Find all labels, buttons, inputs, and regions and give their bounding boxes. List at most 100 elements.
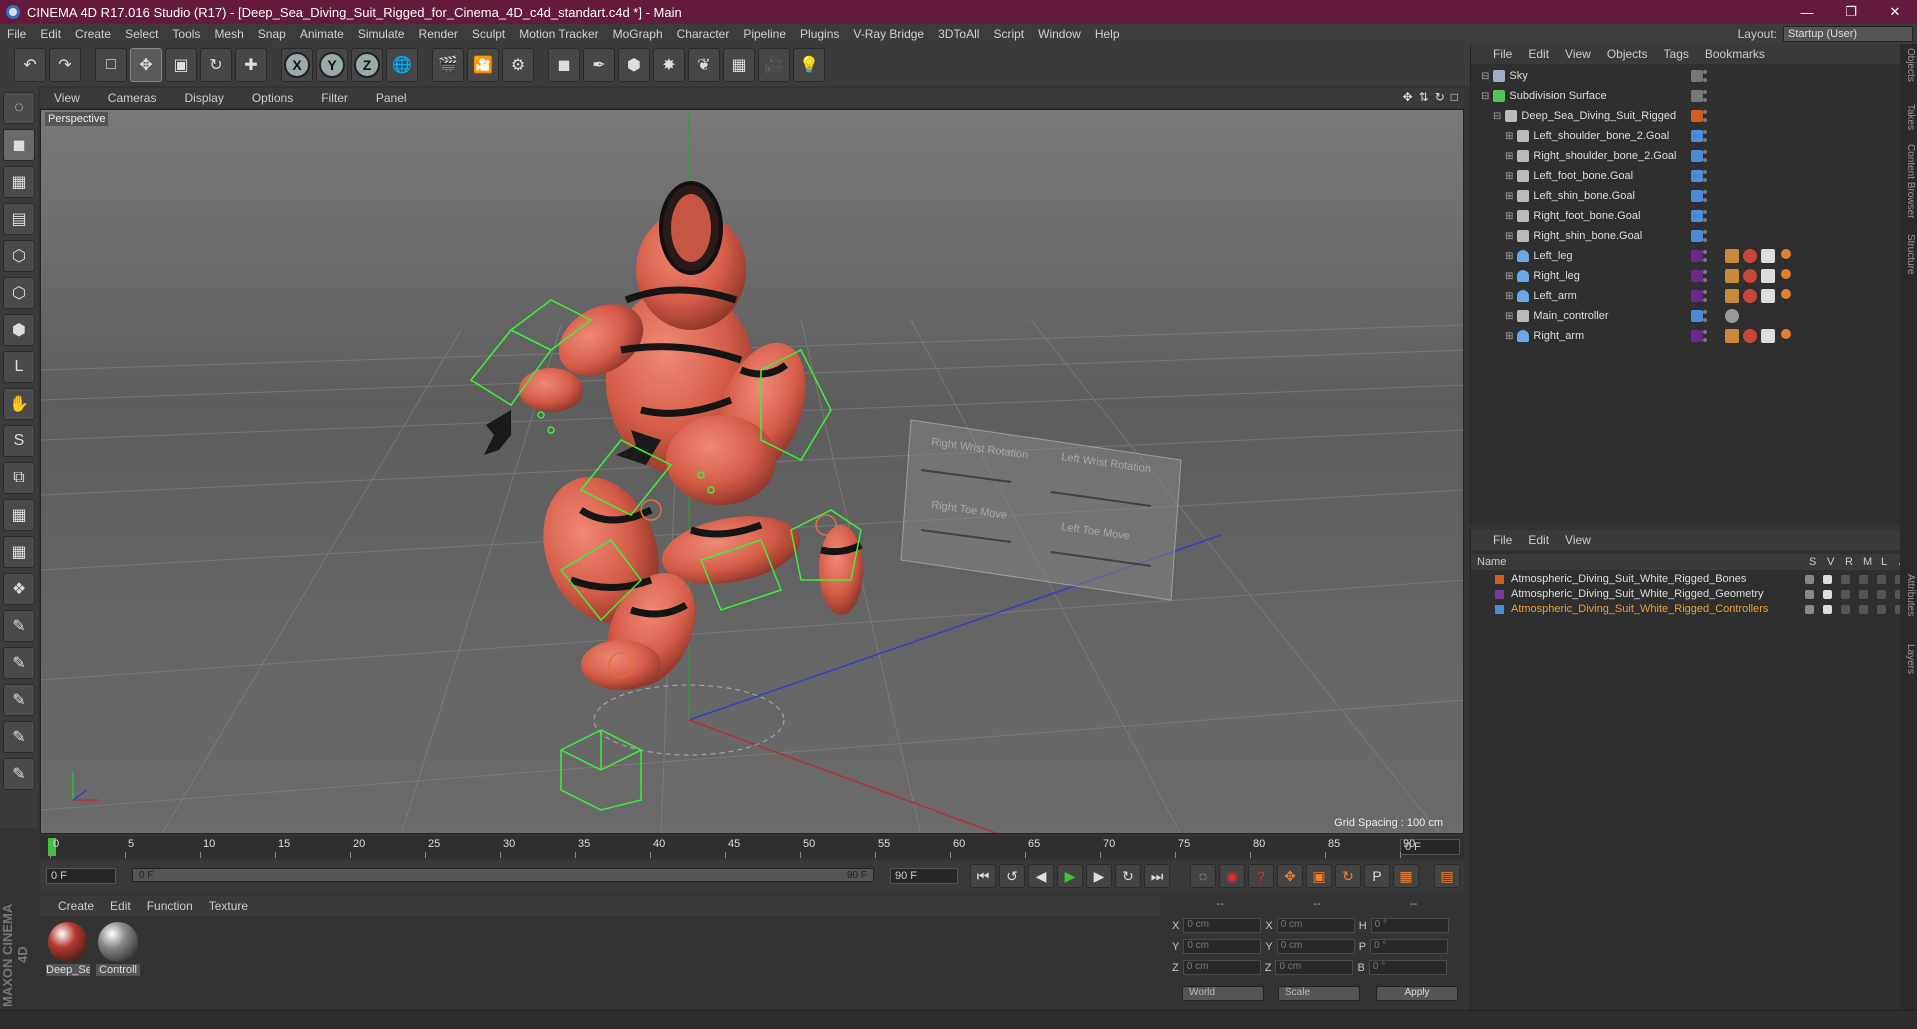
viewport-menu-filter[interactable]: Filter [307, 91, 362, 105]
smooth-brush-icon[interactable]: ✎ [3, 721, 35, 753]
viewport-menu-options[interactable]: Options [238, 91, 307, 105]
checker-tag-icon[interactable] [1761, 329, 1775, 343]
weight-tag-icon[interactable] [1781, 269, 1791, 279]
side-tab-attributes[interactable]: Attributes [1901, 574, 1916, 616]
lock-toggle-icon[interactable] [1877, 605, 1886, 614]
expand-toggle-icon[interactable]: ⊞ [1505, 151, 1513, 162]
minimize-icon[interactable]: — [1785, 5, 1829, 20]
visibility-dots[interactable] [1703, 70, 1707, 82]
material-menu-texture[interactable]: Texture [201, 899, 256, 913]
layer-color-swatch[interactable] [1495, 605, 1504, 614]
key-rotation-icon[interactable]: ↻ [1335, 864, 1361, 888]
render-settings-icon[interactable]: ⚙ [502, 48, 534, 82]
menu-snap[interactable]: Snap [251, 27, 293, 41]
make-editable-icon[interactable]: ◌ [3, 92, 35, 124]
coords-field[interactable]: 0 ° [1370, 918, 1449, 933]
object-menu-tags[interactable]: Tags [1656, 47, 1697, 61]
solo-toggle-icon[interactable] [1805, 605, 1814, 614]
render-view-icon[interactable]: 🎬 [432, 48, 464, 82]
next-frame-icon[interactable]: ▶ [1086, 864, 1112, 888]
polygons-mode-icon[interactable]: ⬢ [3, 314, 35, 346]
weight-tag-icon[interactable] [1781, 289, 1791, 299]
menu-simulate[interactable]: Simulate [351, 27, 412, 41]
x-axis-icon[interactable]: X [281, 48, 313, 82]
expand-toggle-icon[interactable]: ⊞ [1505, 311, 1513, 322]
visibility-dots[interactable] [1703, 290, 1707, 302]
checker-tag-icon[interactable] [1761, 269, 1775, 283]
mograph-cloner-icon[interactable]: ✸ [653, 48, 685, 82]
layer-menu-edit[interactable]: Edit [1520, 533, 1557, 547]
camera-icon[interactable]: 🎥 [758, 48, 790, 82]
record-active-objects-icon[interactable]: ◉ [1219, 864, 1245, 888]
deformer-icon[interactable]: ❦ [688, 48, 720, 82]
object-row[interactable]: ⊞ Left_foot_bone.Goal [1471, 166, 1901, 186]
side-tab-structure[interactable]: Structure [1901, 234, 1916, 275]
frame-range-slider[interactable]: 0 F 90 F [132, 868, 874, 882]
menu-3dtoall[interactable]: 3DToAll [931, 27, 986, 41]
object-layer-color-tag[interactable] [1691, 250, 1703, 262]
key-position-icon[interactable]: ✥ [1277, 864, 1303, 888]
expand-toggle-icon[interactable]: ⊞ [1505, 131, 1513, 142]
coords-field[interactable]: 0 cm [1183, 939, 1262, 954]
menu-script[interactable]: Script [986, 27, 1031, 41]
material-tag-icon[interactable] [1743, 269, 1757, 283]
coords-field[interactable]: 0 cm [1183, 918, 1262, 933]
autokeying-icon[interactable]: ? [1248, 864, 1274, 888]
manager-toggle-icon[interactable] [1859, 575, 1868, 584]
object-row[interactable]: ⊞ Right_leg [1471, 266, 1901, 286]
object-row[interactable]: ⊟ Sky [1471, 66, 1901, 86]
object-layer-color-tag[interactable] [1691, 150, 1703, 162]
checker-tag-icon[interactable] [1761, 249, 1775, 263]
material-swatch[interactable]: Controll [96, 922, 140, 976]
key-point-level-icon[interactable]: ▦ [1393, 864, 1419, 888]
layer-menu-view[interactable]: View [1557, 533, 1599, 547]
coords-field[interactable]: 0 cm [1182, 960, 1261, 975]
transform-icon[interactable]: ✚ [235, 48, 267, 82]
visibility-dots[interactable] [1703, 110, 1707, 122]
object-layer-color-tag[interactable] [1691, 170, 1703, 182]
material-menu-create[interactable]: Create [50, 899, 102, 913]
snap-icon[interactable]: S [3, 425, 35, 457]
material-tag-icon[interactable] [1743, 329, 1757, 343]
object-row[interactable]: ⊞ Main_controller [1471, 306, 1901, 326]
manager-toggle-icon[interactable] [1859, 590, 1868, 599]
menu-sculpt[interactable]: Sculpt [465, 27, 512, 41]
expand-toggle-icon[interactable]: ⊞ [1505, 251, 1513, 262]
menu-tools[interactable]: Tools [165, 27, 207, 41]
undo-icon[interactable]: ↶ [14, 48, 46, 82]
menu-window[interactable]: Window [1031, 27, 1088, 41]
expand-toggle-icon[interactable]: ⊞ [1505, 211, 1513, 222]
render-picture-viewer-icon[interactable]: 🎦 [467, 48, 499, 82]
object-menu-edit[interactable]: Edit [1520, 47, 1557, 61]
move-icon[interactable]: ✥ [130, 48, 162, 82]
side-tab-objects[interactable]: Objects [1901, 48, 1916, 82]
expand-toggle-icon[interactable]: ⊞ [1505, 171, 1513, 182]
object-row[interactable]: ⊟ Deep_Sea_Diving_Suit_Rigged [1471, 106, 1901, 126]
ik-tag-icon[interactable] [1725, 249, 1739, 263]
axis-mode-icon[interactable]: L [3, 351, 35, 383]
go-to-end-icon[interactable]: ⏭ [1144, 864, 1170, 888]
object-row[interactable]: ⊞ Right_shin_bone.Goal [1471, 226, 1901, 246]
visibility-dots[interactable] [1703, 170, 1707, 182]
key-scale-icon[interactable]: ▣ [1306, 864, 1332, 888]
visibility-dots[interactable] [1703, 210, 1707, 222]
material-swatch[interactable]: Deep_Se [46, 922, 90, 976]
object-row[interactable]: ⊞ Right_foot_bone.Goal [1471, 206, 1901, 226]
visible-toggle-icon[interactable] [1823, 590, 1832, 599]
layer-color-swatch[interactable] [1495, 575, 1504, 584]
visibility-dots[interactable] [1703, 250, 1707, 262]
visibility-dots[interactable] [1703, 270, 1707, 282]
material-menu-edit[interactable]: Edit [102, 899, 139, 913]
z-axis-icon[interactable]: Z [351, 48, 383, 82]
menu-motion-tracker[interactable]: Motion Tracker [512, 27, 605, 41]
visibility-dots[interactable] [1703, 150, 1707, 162]
visibility-dots[interactable] [1703, 190, 1707, 202]
model-mode-icon[interactable]: ◼ [3, 129, 35, 161]
scale-icon[interactable]: ▣ [165, 48, 197, 82]
layer-menu-file[interactable]: File [1485, 533, 1520, 547]
object-layer-color-tag[interactable] [1691, 230, 1703, 242]
viewport-zoom-icon[interactable]: ⇅ [1419, 90, 1429, 104]
texture-mode-icon[interactable]: ▦ [3, 166, 35, 198]
object-layer-color-tag[interactable] [1691, 330, 1703, 342]
viewport-menu-cameras[interactable]: Cameras [94, 91, 171, 105]
